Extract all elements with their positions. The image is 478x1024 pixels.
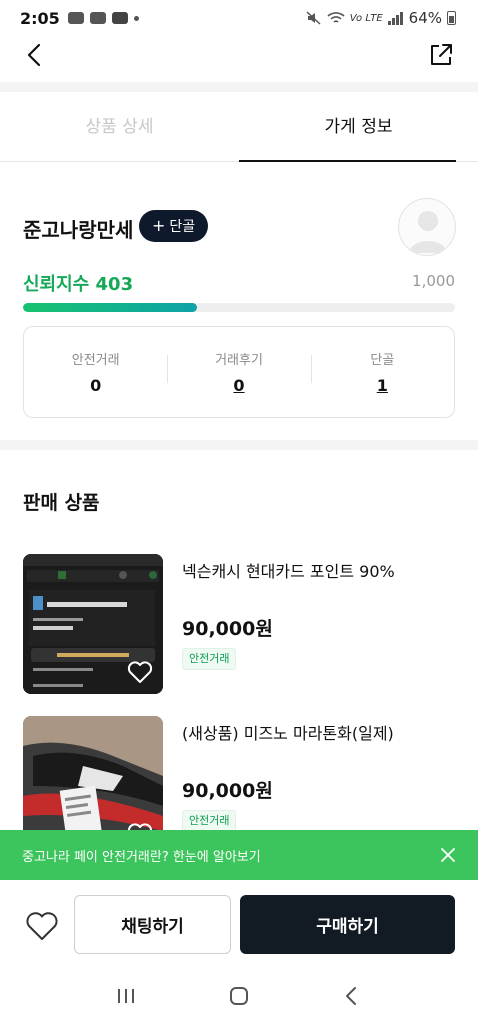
bottom-action-bar: 채팅하기 구매하기 [0, 880, 478, 968]
buy-button[interactable]: 구매하기 [240, 895, 455, 954]
stat-safe-trade: 안전거래 0 [24, 349, 167, 395]
heart-icon[interactable] [127, 660, 153, 684]
status-bar: 2:05 Vo LTE 64% [0, 0, 478, 36]
top-navigation [0, 36, 478, 82]
status-time: 2:05 [20, 8, 60, 28]
stat-label: 안전거래 [71, 353, 120, 368]
talk-notification-icon [67, 12, 84, 24]
trust-score-label: 신뢰지수 [23, 274, 90, 295]
recent-apps-icon [118, 989, 135, 1003]
stat-reviews[interactable]: 거래후기 0 [167, 349, 310, 395]
product-item[interactable]: 넥슨캐시 현대카드 포인트 90% 90,000원 안전거래 [23, 554, 455, 694]
wishlist-button[interactable] [25, 910, 59, 942]
back-button[interactable] [20, 40, 50, 70]
shop-name: 준고나랑만세 [23, 218, 134, 242]
trust-score: 신뢰지수 403 [23, 270, 133, 296]
stat-value[interactable]: 0 [167, 376, 310, 395]
stat-value: 0 [90, 376, 102, 395]
product-title: 넥슨캐시 현대카드 포인트 90% [182, 562, 395, 581]
system-navigation-bar [0, 968, 478, 1024]
divider-band [0, 440, 478, 450]
stat-label: 단골 [370, 353, 395, 368]
product-price: 90,000원 [182, 618, 273, 640]
back-arrow-icon [345, 987, 356, 1005]
signal-icon [387, 12, 403, 25]
more-notifications-icon [133, 15, 139, 21]
home-button[interactable] [226, 983, 252, 1009]
section-title: 판매 상품 [23, 492, 100, 514]
banner-text[interactable]: 중고나라 페이 안전거래란? 한눈에 알아보기 [22, 846, 440, 865]
safe-trade-badge: 안전거래 [182, 810, 237, 832]
product-thumbnail[interactable] [23, 554, 163, 694]
tab-shop-info[interactable]: 가게 정보 [239, 92, 478, 162]
chevron-left-icon [27, 43, 41, 67]
chat-button[interactable]: 채팅하기 [74, 895, 231, 954]
close-icon[interactable] [440, 847, 456, 863]
avatar[interactable] [398, 198, 456, 256]
recent-apps-button[interactable] [113, 983, 139, 1009]
follow-label: 단골 [169, 219, 196, 235]
stat-label: 거래후기 [215, 353, 263, 368]
follow-button[interactable]: + 단골 [139, 210, 209, 242]
stat-followers[interactable]: 단골 1 [310, 349, 454, 395]
battery-icon [447, 11, 456, 25]
shop-stats: 안전거래 0 거래후기 0 단골 1 [23, 326, 455, 418]
safe-trade-badge: 안전거래 [182, 648, 237, 670]
product-price: 90,000원 [182, 780, 273, 802]
battery-text: 64% [408, 9, 442, 27]
share-icon [431, 44, 452, 65]
share-button[interactable] [426, 40, 456, 70]
tab-bar: 상품 상세 가게 정보 [0, 92, 478, 162]
mute-icon [306, 11, 321, 25]
wifi-icon [327, 12, 345, 23]
home-icon [229, 987, 248, 1005]
trust-score-max: 1,000 [412, 272, 455, 290]
trust-score-value: 403 [95, 274, 134, 295]
heart-icon [26, 912, 58, 940]
youtube-notification-icon [111, 12, 128, 24]
tab-product-detail[interactable]: 상품 상세 [0, 92, 239, 161]
gallery-notification-icon [89, 12, 106, 24]
stat-value[interactable]: 1 [311, 376, 454, 395]
product-title: (새상품) 미즈노 마라톤화(일제) [182, 724, 394, 743]
plus-icon: + [152, 216, 166, 235]
network-label: Vo LTE [349, 12, 383, 24]
safe-trade-info-banner[interactable]: 중고나라 페이 안전거래란? 한눈에 알아보기 [0, 830, 478, 880]
default-avatar-icon [409, 211, 447, 253]
system-back-button[interactable] [339, 983, 365, 1009]
trust-progress-bar [23, 303, 455, 312]
trust-progress-fill [23, 303, 198, 312]
divider-band [0, 82, 478, 92]
